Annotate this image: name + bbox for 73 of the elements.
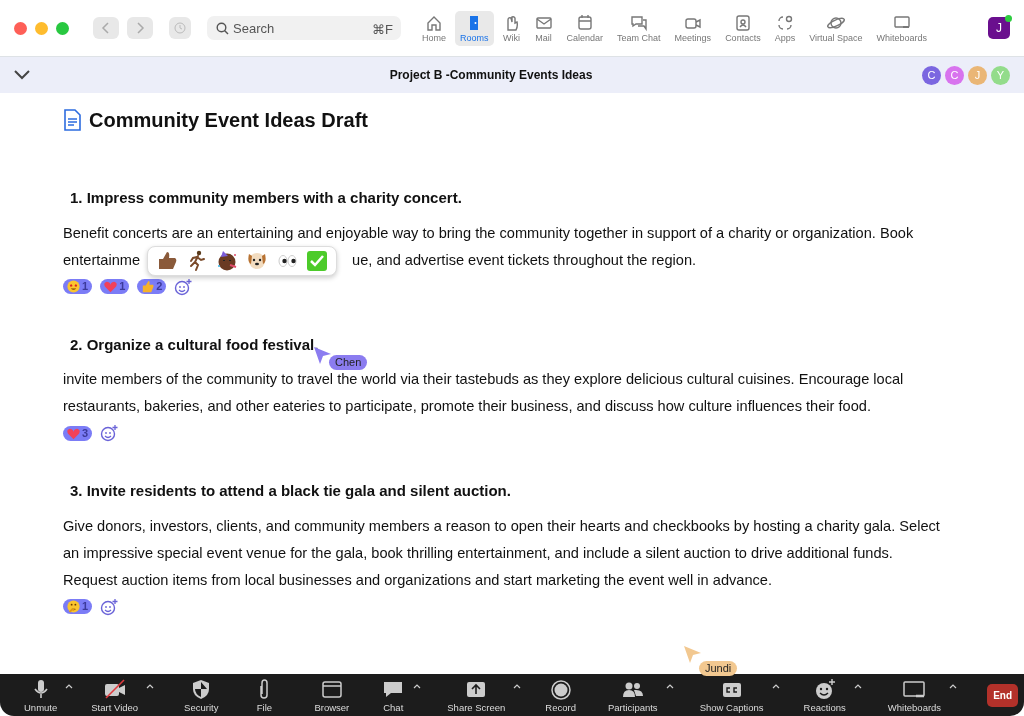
toolbar-button[interactable]: Reactions (803, 677, 846, 713)
party-face-icon[interactable] (216, 249, 238, 272)
collapse-chevron-icon[interactable] (14, 70, 30, 80)
check-mark-icon[interactable] (306, 249, 328, 272)
end-button[interactable]: End (987, 683, 1018, 707)
toolbar-button[interactable]: Chat (381, 677, 406, 713)
reaction-chip[interactable]: 1 (63, 279, 93, 294)
toolbar-button[interactable]: Whiteboards (887, 677, 942, 713)
section-heading: 1. Impress community members with a charity concert. (70, 188, 463, 208)
caret-icon[interactable] (771, 683, 780, 689)
nav-tab[interactable]: Home (417, 10, 451, 46)
add-reaction-button[interactable] (100, 424, 119, 442)
toolbar-button[interactable]: Record (545, 677, 576, 713)
profile-avatar[interactable]: J (988, 17, 1010, 39)
heart-icon (103, 279, 119, 294)
chat-bubbles-icon (629, 13, 648, 32)
nav-tab[interactable]: Whiteboards (871, 10, 933, 46)
toolbar-button[interactable]: Show Captions (699, 677, 764, 713)
document-title: Project B -Community Events Ideas (388, 67, 594, 84)
caret-icon[interactable] (413, 683, 422, 689)
nav-tab[interactable]: Wiki (497, 10, 526, 46)
participant-avatar[interactable]: C (922, 65, 941, 85)
paragraph-line: Benefit concerts are an entertaining and enjoyable way to bring the community together in support of a charity or organization. Book (63, 223, 914, 243)
document-icon (63, 109, 81, 131)
shortcut-hint: ⌘F (372, 21, 393, 39)
calendar-icon (575, 13, 594, 32)
nav-tab[interactable]: Contacts (720, 10, 766, 46)
caret-icon[interactable] (65, 683, 74, 689)
caret-icon[interactable] (146, 683, 155, 689)
paragraph: invite members of the community to travel the world via their tastebuds as they explore delicious cultural cuisines. Encourage local restaurants, bakeries, and other eateries to participate, promote their business, and discuss how culture influences their food. (63, 370, 905, 416)
paragraph: Give donors, investors, clients, and community members a reason to open their hearts and checkbooks by hosting a charity gala. Select an impressive special event venue for the gala, book thrilling entertainment, and include a silent auction to drive additional funds. Request auction items from local businesses and organizations and start marketing the event well in advance. (63, 516, 941, 590)
nav-tab[interactable]: Rooms (455, 10, 494, 46)
close-window-icon[interactable] (14, 21, 27, 35)
clock-icon (174, 22, 186, 34)
section-heading: 3. Invite residents to attend a black tie gala and silent auction. (70, 481, 512, 501)
nav-tab[interactable]: Meetings (669, 10, 717, 46)
toolbar-button[interactable]: Participants (608, 677, 658, 713)
search-icon (216, 22, 229, 35)
caret-icon[interactable] (513, 683, 522, 689)
toolbar-button[interactable]: Browser (314, 677, 350, 713)
participant-avatar[interactable]: C (945, 65, 964, 85)
reaction-chip[interactable]: 1 (63, 599, 93, 614)
nav-tab[interactable]: Apps (769, 10, 801, 46)
thinking-face-icon (66, 599, 81, 614)
chevron-right-icon (135, 22, 145, 34)
reaction-chip[interactable]: 3 (63, 425, 93, 441)
nav-tab[interactable]: Calendar (561, 10, 609, 46)
page-title: Community Event Ideas Draft (89, 108, 368, 133)
nav-tab[interactable]: Virtual Space (804, 10, 868, 46)
nav-tab[interactable]: Team Chat (612, 10, 666, 46)
caret-icon[interactable] (949, 683, 958, 689)
toolbar-button[interactable]: Security (184, 677, 219, 713)
nav-tab[interactable]: Mail (529, 10, 558, 46)
caret-icon[interactable] (665, 683, 674, 689)
add-reaction-button[interactable] (100, 597, 119, 616)
toolbar-button[interactable]: File (252, 677, 277, 713)
toolbar-button[interactable]: Share Screen (447, 677, 506, 713)
toolbar-button[interactable]: Start Video (91, 677, 139, 713)
contact-card-icon (733, 13, 752, 32)
add-reaction-button[interactable] (174, 277, 193, 296)
cursor-name-tag: Jundi (699, 660, 738, 676)
chevron-left-icon (101, 22, 111, 34)
star-eyes-emoji-icon (66, 279, 81, 294)
apps-icon (775, 13, 794, 32)
thumbs-up-icon (140, 279, 156, 294)
toolbar-button[interactable]: Unmute (24, 677, 58, 713)
paragraph-line: entertainme (63, 250, 141, 270)
reaction-chip[interactable]: 1 (100, 279, 130, 294)
reaction-chip[interactable]: 2 (137, 279, 167, 294)
thumbs-up-icon[interactable] (156, 249, 178, 272)
section-heading: 2. Organize a cultural food festival. (70, 334, 320, 355)
caret-icon[interactable] (853, 683, 862, 689)
paragraph-line: ue, and advertise event tickets throughout the region. (352, 250, 697, 270)
